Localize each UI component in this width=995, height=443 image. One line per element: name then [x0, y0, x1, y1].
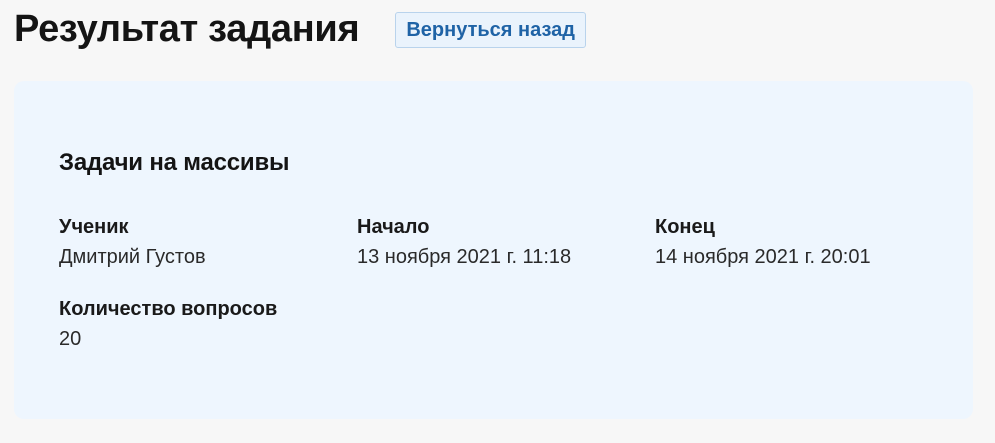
student-info: Ученик Дмитрий Густов	[59, 213, 357, 271]
start-info: Начало 13 ноября 2021 г. 11:18	[357, 213, 655, 271]
question-count-value: 20	[59, 328, 82, 350]
info-grid: Ученик Дмитрий Густов Начало 13 ноября 2…	[59, 213, 928, 353]
start-value: 13 ноября 2021 г. 11:18	[357, 246, 572, 268]
end-value: 14 ноября 2021 г. 20:01	[655, 246, 871, 268]
start-label: Начало	[357, 216, 430, 238]
student-label: Ученик	[59, 216, 129, 238]
question-count-label: Количество вопросов	[59, 298, 278, 320]
back-button[interactable]: Вернуться назад	[395, 12, 586, 48]
result-card: Задачи на массивы Ученик Дмитрий Густов …	[14, 81, 973, 419]
page-header: Результат задания Вернуться назад	[14, 6, 586, 52]
student-value: Дмитрий Густов	[59, 246, 206, 268]
question-count-info: Количество вопросов 20	[59, 295, 357, 353]
page-title: Результат задания	[14, 8, 360, 50]
end-info: Конец 14 ноября 2021 г. 20:01	[655, 213, 953, 271]
assignment-title: Задачи на массивы	[59, 149, 290, 176]
end-label: Конец	[655, 216, 715, 238]
